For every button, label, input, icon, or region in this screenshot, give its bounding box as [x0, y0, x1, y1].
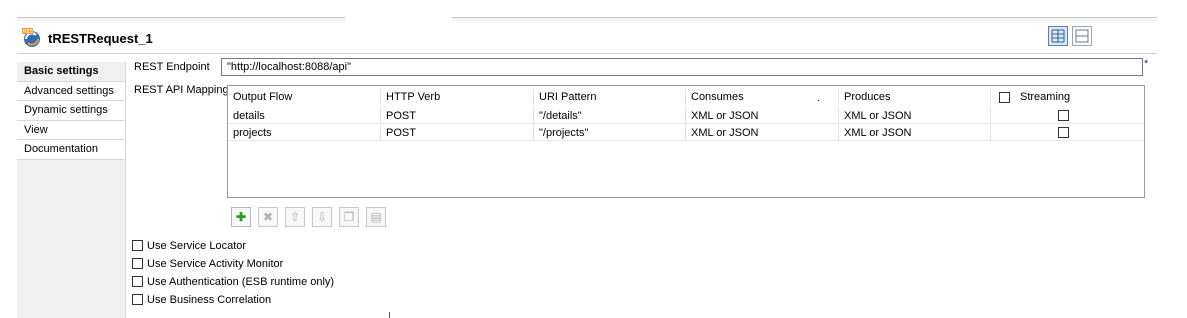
add-icon: ✚ [235, 210, 247, 224]
list-view-button[interactable] [1072, 26, 1092, 46]
use-business-correlation-label: Use Business Correlation [147, 294, 272, 306]
use-authentication-label: Use Authentication (ESB runtime only) [147, 276, 335, 288]
use-business-correlation-checkbox[interactable] [132, 294, 143, 305]
rest-endpoint-label: REST Endpoint [134, 61, 210, 73]
modified-marker: * [1144, 58, 1149, 70]
streaming-checkbox[interactable] [1058, 127, 1069, 138]
streaming-header-label: Streaming [1020, 91, 1071, 103]
cell-streaming [991, 125, 1144, 141]
cell-produces[interactable]: XML or JSON [839, 108, 991, 124]
sidebar-item-advanced-settings[interactable]: Advanced settings [17, 81, 125, 101]
use-service-activity-monitor-checkbox[interactable] [132, 258, 143, 269]
consumes-header-label: Consumes [691, 91, 744, 103]
text-cursor [389, 312, 390, 318]
remove-icon: ✖ [262, 210, 274, 224]
use-service-locator-label: Use Service Locator [147, 240, 247, 252]
cell-uri-pattern[interactable]: "/details" [534, 108, 686, 124]
table-row[interactable]: details POST "/details" XML or JSON XML … [228, 108, 1144, 124]
move-down-icon: ⇩ [316, 210, 328, 224]
remove-row-button[interactable]: ✖ [258, 207, 278, 227]
cell-output-flow[interactable]: projects [228, 125, 381, 141]
table-header-row: Output Flow HTTP Verb URI Pattern Consum… [228, 89, 1144, 105]
column-header-uri-pattern[interactable]: URI Pattern [534, 89, 686, 105]
streaming-select-all-checkbox[interactable] [999, 92, 1010, 103]
use-service-locator-checkbox[interactable] [132, 240, 143, 251]
cell-uri-pattern[interactable]: "/projects" [534, 125, 686, 141]
component-header: REST tRESTRequest_1 [17, 24, 1157, 54]
sidebar-item-basic-settings[interactable]: Basic settings [17, 62, 125, 82]
column-header-consumes[interactable]: Consumes . [686, 89, 839, 105]
column-header-http-verb[interactable]: HTTP Verb [381, 89, 534, 105]
copy-button[interactable]: ❐ [339, 207, 359, 227]
table-row[interactable]: projects POST "/projects" XML or JSON XM… [228, 125, 1144, 141]
column-header-output-flow[interactable]: Output Flow [228, 89, 381, 105]
sidebar-item-documentation[interactable]: Documentation [17, 140, 125, 160]
component-title: tRESTRequest_1 [48, 31, 153, 46]
editor-tab-strip-left [17, 17, 345, 21]
cell-output-flow[interactable]: details [228, 108, 381, 124]
move-up-button[interactable]: ⇧ [285, 207, 305, 227]
column-header-produces[interactable]: Produces [839, 89, 991, 105]
table-view-button[interactable] [1048, 26, 1068, 46]
streaming-checkbox[interactable] [1058, 110, 1069, 121]
use-authentication-checkbox[interactable] [132, 276, 143, 287]
move-up-icon: ⇧ [289, 210, 301, 224]
cell-http-verb[interactable]: POST [381, 108, 534, 124]
cell-consumes[interactable]: XML or JSON [686, 125, 839, 141]
cell-consumes[interactable]: XML or JSON [686, 108, 839, 124]
rest-api-mapping-label: REST API Mapping [134, 84, 229, 96]
cell-http-verb[interactable]: POST [381, 125, 534, 141]
sidebar-item-view[interactable]: View [17, 120, 125, 140]
cell-streaming [991, 108, 1144, 124]
settings-sidebar: Basic settings Advanced settings Dynamic… [17, 62, 126, 318]
rest-api-mapping-table: Output Flow HTTP Verb URI Pattern Consum… [227, 85, 1145, 198]
sidebar-item-dynamic-settings[interactable]: Dynamic settings [17, 101, 125, 121]
editor-tab-strip-right [452, 17, 1157, 21]
sort-indicator: . [817, 93, 820, 104]
column-header-streaming[interactable]: Streaming [991, 89, 1144, 105]
rest-endpoint-field[interactable]: "http://localhost:8088/api" [221, 58, 1143, 76]
paste-button[interactable]: ▤ [366, 207, 386, 227]
copy-icon: ❐ [343, 210, 355, 224]
list-layout-icon [1075, 29, 1089, 43]
cell-produces[interactable]: XML or JSON [839, 125, 991, 141]
svg-text:REST: REST [23, 29, 37, 35]
rest-component-icon: REST [22, 28, 40, 47]
add-row-button[interactable]: ✚ [231, 207, 251, 227]
paste-icon: ▤ [370, 210, 382, 224]
table-layout-icon [1051, 29, 1065, 43]
use-service-activity-monitor-label: Use Service Activity Monitor [147, 258, 284, 270]
move-down-button[interactable]: ⇩ [312, 207, 332, 227]
